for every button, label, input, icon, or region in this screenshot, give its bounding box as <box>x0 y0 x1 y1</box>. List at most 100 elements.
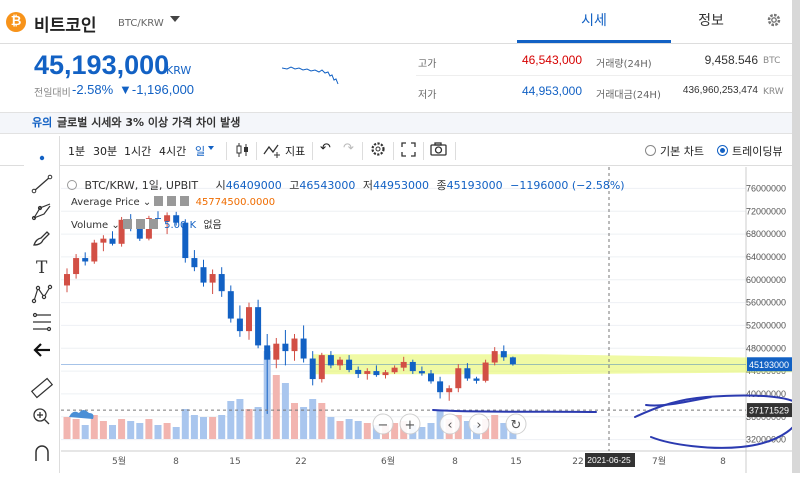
chart-nav-icon[interactable]: + <box>405 418 416 433</box>
candle-body <box>355 369 362 374</box>
bitcoin-icon: ₿ <box>6 12 26 32</box>
candle-body <box>473 378 480 381</box>
page-scrollbar[interactable] <box>792 0 800 473</box>
current-price-tag-label: 45193000 <box>749 360 789 370</box>
chevron-down-icon[interactable] <box>208 146 214 150</box>
toolbar-separator <box>256 142 257 160</box>
redo-icon[interactable]: ↷ <box>343 141 354 156</box>
magnet-icon[interactable] <box>28 441 56 465</box>
volume-controls-icon[interactable] <box>122 219 161 229</box>
chart-nav-icon[interactable]: ‹ <box>447 418 452 433</box>
ma-controls-icon[interactable] <box>154 196 193 206</box>
camera-icon[interactable] <box>430 142 447 159</box>
x-tick-label: 8 <box>173 457 179 467</box>
radio-tradingview[interactable] <box>717 145 728 156</box>
volume-bar <box>81 425 89 439</box>
gear-icon[interactable] <box>766 12 782 32</box>
settings-icon[interactable] <box>370 141 386 160</box>
volume-bar <box>491 415 499 439</box>
candle-body <box>327 355 334 366</box>
x-tick-label: 5월 <box>112 455 126 467</box>
legend-low: 44953000 <box>372 179 429 192</box>
candle-body <box>218 274 225 292</box>
y-tick-label: 56000000 <box>746 298 786 308</box>
pitchfork-icon[interactable] <box>28 198 56 222</box>
candle-body <box>227 291 234 319</box>
zoom-icon[interactable] <box>28 404 56 428</box>
radio-basic[interactable] <box>645 145 656 156</box>
coin-name[interactable]: 비트코인 <box>34 11 97 36</box>
candle-body <box>255 307 262 346</box>
candle-body <box>364 371 371 374</box>
candle-body <box>309 358 316 380</box>
candle-body <box>455 368 462 389</box>
candle-body <box>282 343 289 352</box>
volume-bar <box>291 403 298 439</box>
text-tool-icon[interactable]: T <box>28 254 56 278</box>
ruler-icon[interactable] <box>28 376 56 400</box>
interval-1d[interactable]: 일 <box>195 143 205 159</box>
volume-extra: 없음 <box>203 220 222 231</box>
price-chart[interactable]: 76000000 72000000 68000000 64000000 60000000… <box>61 167 800 473</box>
candle-body <box>509 357 516 365</box>
candle-body <box>391 367 398 373</box>
candle-body <box>346 359 353 370</box>
legend-close-label: 종 <box>436 179 447 192</box>
volume-bar <box>172 427 180 439</box>
fib-icon[interactable] <box>28 310 56 334</box>
volume-bar <box>345 419 353 439</box>
y-tick-label: 64000000 <box>746 252 786 262</box>
candle-type-icon[interactable] <box>236 142 250 161</box>
coin-pair[interactable]: BTC/KRW <box>118 18 164 29</box>
chart-nav-icon[interactable]: ↻ <box>511 418 522 433</box>
interval-30m[interactable]: 30분 <box>93 143 117 159</box>
interval-1h[interactable]: 1시간 <box>124 143 151 159</box>
undo-icon[interactable]: ↶ <box>320 141 331 156</box>
candle-body <box>500 351 507 358</box>
legend-circle-icon[interactable] <box>67 180 77 190</box>
chevron-down-icon[interactable] <box>170 16 180 22</box>
candle-body <box>236 318 243 332</box>
candle-body <box>91 242 98 262</box>
interval-1m[interactable]: 1분 <box>68 143 85 159</box>
tab-info[interactable]: 정보 <box>671 0 751 43</box>
legend-low-label: 저 <box>362 179 373 192</box>
volume-bar <box>127 421 135 439</box>
legend-change: −1196000 (−2.58%) <box>510 179 625 192</box>
candlestick-chart[interactable]: 76000000 72000000 68000000 64000000 60000000… <box>61 167 800 473</box>
candle-body <box>464 368 471 379</box>
current-price: 45,193,000 <box>34 50 170 80</box>
basic-chart-option[interactable]: 기본 차트 <box>645 143 704 159</box>
brush-icon[interactable] <box>28 226 56 250</box>
arrow-left-icon[interactable] <box>28 338 56 362</box>
indicator-icon[interactable] <box>263 142 281 161</box>
volume-label: Volume <box>71 220 109 231</box>
y-tick-label: 68000000 <box>746 229 786 239</box>
x-tick-label: 15 <box>510 457 521 467</box>
y-tick-label: 72000000 <box>746 206 786 216</box>
candle-body <box>264 345 271 360</box>
ma-value: 45774500.0000 <box>195 197 276 208</box>
volume-bar <box>200 417 207 439</box>
tradingview-option[interactable]: 트레이딩뷰 <box>717 143 783 159</box>
drawing-tools: T <box>24 136 60 473</box>
fullscreen-icon[interactable] <box>401 142 416 160</box>
divider <box>416 75 792 76</box>
pattern-icon[interactable] <box>28 282 56 306</box>
chart-nav-icon[interactable]: › <box>476 418 481 433</box>
low-value: 44,953,000 <box>521 84 582 98</box>
chart-toolbar: 1분 30분 1시간 4시간 일 지표 ↶ ↷ 기본 차트 트레이딩뷰 <box>0 136 792 166</box>
volume-bar <box>254 407 262 439</box>
volume-bar <box>118 419 126 439</box>
change-label: 전일대비 <box>34 88 71 99</box>
interval-4h[interactable]: 4시간 <box>159 143 186 159</box>
chart-nav-icon[interactable]: − <box>378 418 389 433</box>
crosshair-dot-icon[interactable] <box>28 146 56 170</box>
trendline-icon[interactable] <box>28 172 56 196</box>
sparkline-chart <box>282 66 339 85</box>
candle-body <box>373 371 380 376</box>
indicator-button[interactable]: 지표 <box>285 143 305 159</box>
candle-body <box>200 267 207 283</box>
tab-quote[interactable]: 시세 <box>517 0 671 43</box>
candle-body <box>300 338 307 359</box>
